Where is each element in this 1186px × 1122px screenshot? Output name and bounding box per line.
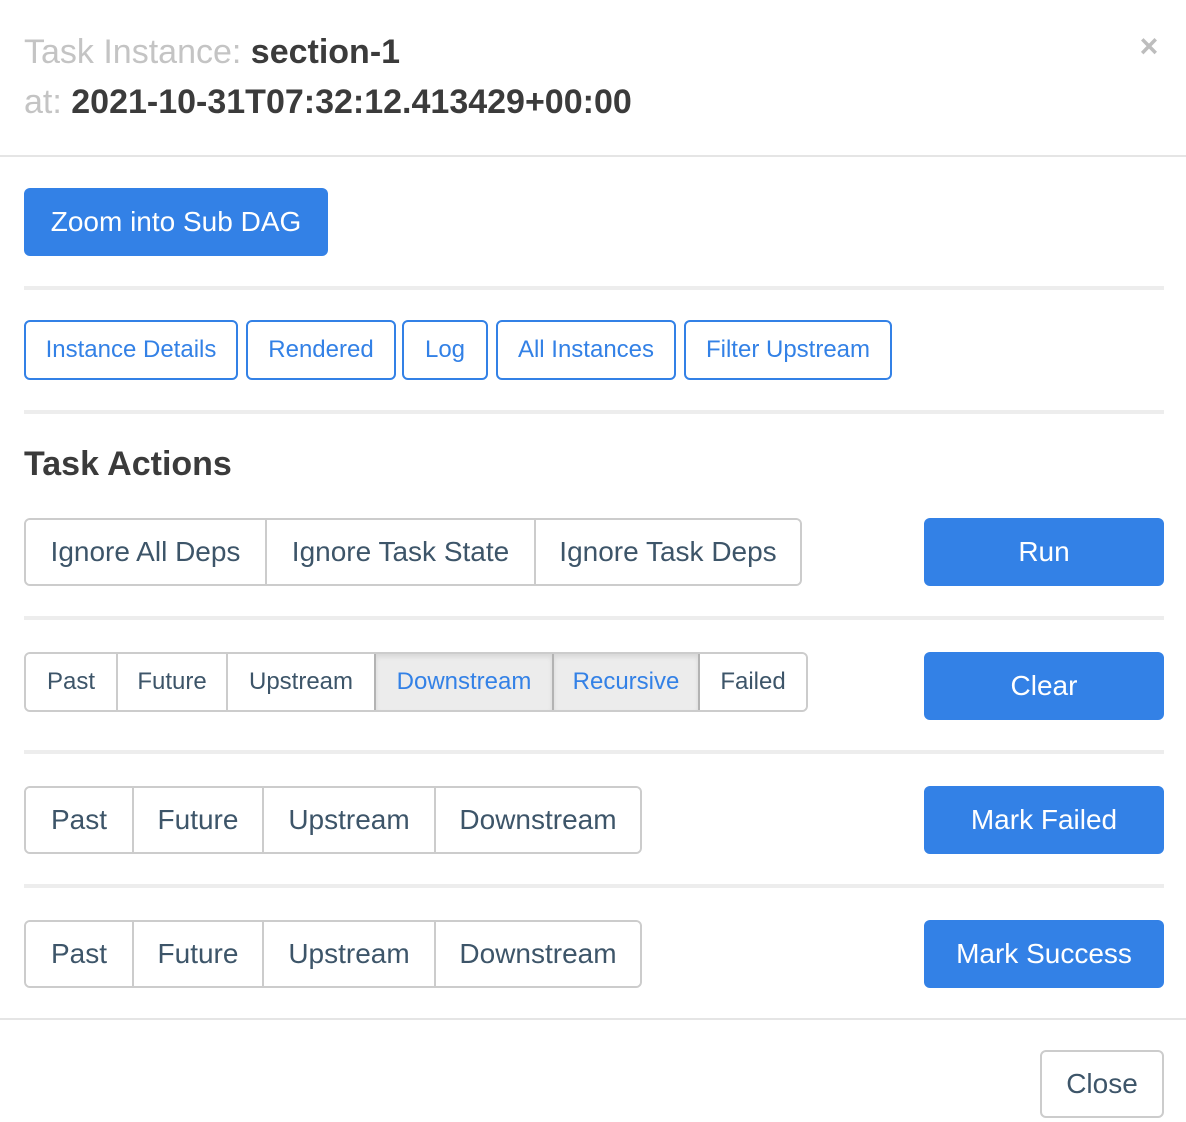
clear-options-group: Past Future Upstream Downstream Recursiv… [24, 652, 808, 712]
mark-success-options-group: Past Future Upstream Downstream [24, 920, 642, 988]
divider [24, 616, 1164, 620]
clear-future-toggle[interactable]: Future [116, 654, 226, 710]
clear-failed-toggle[interactable]: Failed [698, 654, 806, 710]
mark-success-upstream-toggle[interactable]: Upstream [262, 922, 434, 986]
execution-date-line: at: 2021-10-31T07:32:12.413429+00:00 [24, 82, 632, 122]
run-button[interactable]: Run [924, 518, 1164, 586]
modal-header: Task Instance: section-1 at: 2021-10-31T… [0, 0, 1186, 157]
clear-upstream-toggle[interactable]: Upstream [226, 654, 374, 710]
instance-details-button[interactable]: Instance Details [24, 320, 238, 380]
mark-failed-button[interactable]: Mark Failed [924, 786, 1164, 854]
clear-past-toggle[interactable]: Past [26, 654, 116, 710]
mark-success-button[interactable]: Mark Success [924, 920, 1164, 988]
all-instances-button[interactable]: All Instances [496, 320, 676, 380]
filter-upstream-button[interactable]: Filter Upstream [684, 320, 892, 380]
log-button[interactable]: Log [402, 320, 488, 380]
clear-downstream-toggle[interactable]: Downstream [374, 654, 552, 710]
divider [24, 750, 1164, 754]
clear-recursive-toggle[interactable]: Recursive [552, 654, 698, 710]
ignore-task-state-toggle[interactable]: Ignore Task State [265, 520, 534, 584]
execution-date: 2021-10-31T07:32:12.413429+00:00 [71, 83, 632, 121]
close-button[interactable]: Close [1040, 1050, 1164, 1118]
mark-failed-upstream-toggle[interactable]: Upstream [262, 788, 434, 852]
close-icon[interactable]: × [1134, 28, 1164, 64]
divider [24, 286, 1164, 290]
run-options-group: Ignore All Deps Ignore Task State Ignore… [24, 518, 802, 586]
clear-button[interactable]: Clear [924, 652, 1164, 720]
at-key: at: [24, 83, 62, 121]
ignore-all-deps-toggle[interactable]: Ignore All Deps [26, 520, 265, 584]
mark-success-future-toggle[interactable]: Future [132, 922, 262, 986]
divider [24, 410, 1164, 414]
task-instance-modal: Task Instance: section-1 at: 2021-10-31T… [0, 0, 1186, 1122]
divider [24, 884, 1164, 888]
modal-footer-divider [0, 1018, 1186, 1020]
task-actions-heading: Task Actions [24, 445, 232, 483]
mark-success-downstream-toggle[interactable]: Downstream [434, 922, 640, 986]
task-id: section-1 [250, 33, 401, 71]
mark-success-past-toggle[interactable]: Past [26, 922, 132, 986]
mark-failed-downstream-toggle[interactable]: Downstream [434, 788, 640, 852]
zoom-into-subdag-button[interactable]: Zoom into Sub DAG [24, 188, 328, 256]
title-key: Task Instance: [24, 33, 242, 71]
ignore-task-deps-toggle[interactable]: Ignore Task Deps [534, 520, 800, 584]
mark-failed-options-group: Past Future Upstream Downstream [24, 786, 642, 854]
rendered-button[interactable]: Rendered [246, 320, 396, 380]
mark-failed-future-toggle[interactable]: Future [132, 788, 262, 852]
modal-title: Task Instance: section-1 [24, 32, 400, 72]
mark-failed-past-toggle[interactable]: Past [26, 788, 132, 852]
